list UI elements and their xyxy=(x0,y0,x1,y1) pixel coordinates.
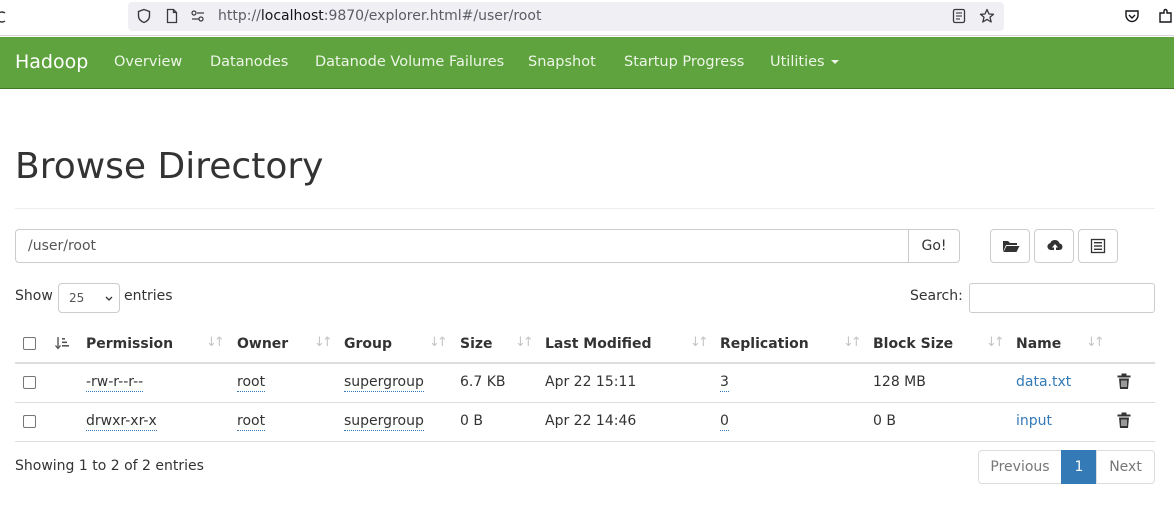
cloud-upload-icon xyxy=(1047,239,1063,252)
column-header-size[interactable]: Size xyxy=(460,336,493,352)
sort-icon[interactable]: ↓↑ xyxy=(206,335,225,350)
sort-icon[interactable]: ↓↑ xyxy=(843,335,862,350)
chevron-down-icon xyxy=(105,296,113,301)
nav-snapshot[interactable]: Snapshot xyxy=(528,54,596,70)
sort-icon[interactable]: ↓↑ xyxy=(429,335,448,350)
title-divider xyxy=(15,208,1155,209)
last-modified-cell: Apr 22 15:11 xyxy=(545,374,637,390)
replication-cell[interactable]: 0 xyxy=(720,413,729,431)
list-icon xyxy=(1090,238,1106,254)
replication-cell[interactable]: 3 xyxy=(720,374,729,392)
column-header-group[interactable]: Group xyxy=(344,336,392,352)
folder-open-icon xyxy=(1003,241,1020,252)
sort-icon[interactable]: ↓↑ xyxy=(515,335,534,350)
owner-cell[interactable]: root xyxy=(237,413,266,431)
size-cell: 0 B xyxy=(460,413,483,429)
row-checkbox[interactable] xyxy=(23,415,36,428)
nav-utilities-dropdown[interactable]: Utilities xyxy=(770,54,839,70)
column-header-owner[interactable]: Owner xyxy=(237,336,288,352)
column-header-name[interactable]: Name xyxy=(1016,336,1061,352)
navbar: Hadoop Overview Datanodes Datanode Volum… xyxy=(0,37,1174,89)
file-name-link[interactable]: data.txt xyxy=(1016,374,1071,390)
search-input[interactable] xyxy=(969,283,1155,313)
nav-startup-progress[interactable]: Startup Progress xyxy=(624,54,744,70)
reader-view-icon[interactable] xyxy=(951,8,967,24)
directory-path-input[interactable] xyxy=(15,229,909,263)
column-header-permission[interactable]: Permission xyxy=(86,336,173,352)
page-title: Browse Directory xyxy=(15,146,324,187)
trash-icon[interactable] xyxy=(1117,373,1131,390)
bookmark-star-icon[interactable] xyxy=(979,8,995,24)
sort-icon[interactable]: ↓↑ xyxy=(690,335,709,350)
column-header-last-modified[interactable]: Last Modified xyxy=(545,336,652,352)
permissions-icon[interactable] xyxy=(190,8,206,24)
block-size-cell: 0 B xyxy=(873,413,896,429)
column-header-replication[interactable]: Replication xyxy=(720,336,809,352)
sort-icon[interactable]: ↓↑ xyxy=(314,335,333,350)
nav-overview[interactable]: Overview xyxy=(114,54,182,70)
size-cell: 6.7 KB xyxy=(460,374,506,390)
shield-icon[interactable] xyxy=(136,8,152,24)
show-label: Show xyxy=(15,288,53,304)
pagination-next[interactable]: Next xyxy=(1096,450,1155,484)
create-directory-button[interactable] xyxy=(990,229,1030,263)
address-bar[interactable]: http://localhost:9870/explorer.html#/use… xyxy=(128,2,1004,31)
cut-paste-button[interactable] xyxy=(1078,229,1118,263)
extensions-icon[interactable] xyxy=(1158,8,1174,24)
reload-icon[interactable] xyxy=(0,8,8,26)
trash-icon[interactable] xyxy=(1117,412,1131,429)
brand-logo[interactable]: Hadoop xyxy=(15,51,88,73)
table-row: drwxr-xr-x root supergroup 0 B Apr 22 14… xyxy=(15,403,1155,442)
nav-datanodes[interactable]: Datanodes xyxy=(210,54,288,70)
sort-amount-icon[interactable] xyxy=(55,336,69,350)
pagination-previous[interactable]: Previous xyxy=(978,450,1062,484)
permission-cell[interactable]: drwxr-xr-x xyxy=(86,413,157,431)
url-text[interactable]: http://localhost:9870/explorer.html#/use… xyxy=(218,8,541,24)
entries-selected-value: 25 xyxy=(69,291,85,305)
table-info: Showing 1 to 2 of 2 entries xyxy=(15,458,204,474)
sort-icon[interactable]: ↓↑ xyxy=(986,335,1005,350)
nav-utilities-label: Utilities xyxy=(770,54,825,70)
last-modified-cell: Apr 22 14:46 xyxy=(545,413,637,429)
group-cell[interactable]: supergroup xyxy=(344,413,424,431)
permission-cell[interactable]: -rw-r--r-- xyxy=(86,374,144,392)
row-checkbox[interactable] xyxy=(23,376,36,389)
column-header-block-size[interactable]: Block Size xyxy=(873,336,953,352)
table-header: Permission ↓↑ Owner ↓↑ Group ↓↑ Size ↓↑ … xyxy=(15,324,1155,364)
pagination-page-1[interactable]: 1 xyxy=(1061,450,1097,484)
caret-down-icon xyxy=(830,60,839,64)
pocket-icon[interactable] xyxy=(1124,8,1140,24)
directory-name-link[interactable]: input xyxy=(1016,413,1052,429)
select-all-checkbox[interactable] xyxy=(23,337,36,350)
entries-label: entries xyxy=(124,288,173,304)
entries-per-page-select[interactable]: 25 xyxy=(58,283,120,313)
owner-cell[interactable]: root xyxy=(237,374,266,392)
nav-datanode-volume-failures[interactable]: Datanode Volume Failures xyxy=(315,54,504,70)
page-icon[interactable] xyxy=(164,8,180,24)
group-cell[interactable]: supergroup xyxy=(344,374,424,392)
sort-icon[interactable]: ↓↑ xyxy=(1086,335,1105,350)
upload-files-button[interactable] xyxy=(1034,229,1074,263)
block-size-cell: 128 MB xyxy=(873,374,926,390)
browser-toolbar: http://localhost:9870/explorer.html#/use… xyxy=(0,0,1174,36)
table-row: -rw-r--r-- root supergroup 6.7 KB Apr 22… xyxy=(15,364,1155,403)
search-label: Search: xyxy=(910,288,963,304)
go-button[interactable]: Go! xyxy=(908,229,960,263)
